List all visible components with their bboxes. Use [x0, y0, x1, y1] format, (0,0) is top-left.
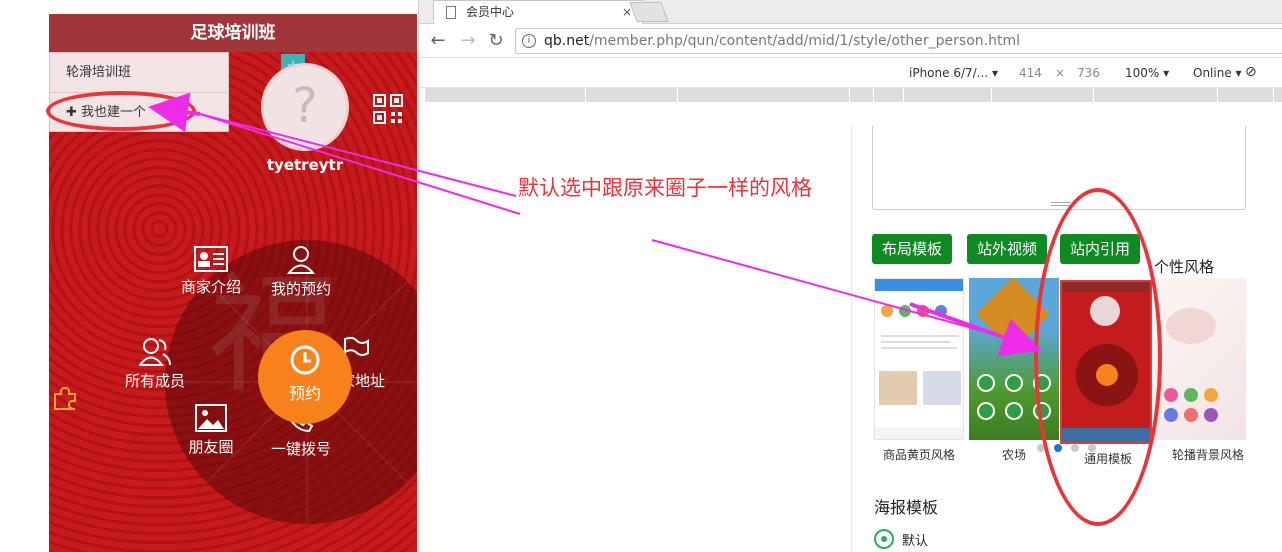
menu-label: 朋友圈: [188, 438, 234, 456]
menu-label: 所有成员: [124, 372, 185, 390]
back-arrow-icon[interactable]: ←: [427, 30, 449, 52]
rotate-disabled-icon[interactable]: ⊘: [1245, 64, 1257, 80]
id-card-icon: [194, 246, 228, 272]
template-caption: 轮播背景风格: [1171, 448, 1244, 462]
dropdown-item-skating[interactable]: 轮滑培训班: [50, 53, 228, 93]
forward-arrow-icon[interactable]: →: [457, 30, 479, 52]
media-query-ruler: [425, 88, 1282, 102]
members-icon: [139, 338, 171, 366]
user-icon: [286, 246, 316, 274]
navigation-bar: ← → ↻ i qb.net/member.php/qun/content/ad…: [419, 24, 1282, 58]
template-caption: 农场: [1001, 448, 1026, 462]
url-path: /member.php/qun/content/add/mid/1/style/…: [589, 33, 1020, 49]
avatar[interactable]: ?: [261, 63, 349, 151]
personal-style-label: 个性风格: [1154, 258, 1215, 276]
menu-all-members[interactable]: 所有成员: [105, 336, 205, 391]
reload-icon[interactable]: ↻: [485, 30, 507, 52]
menu-business-intro[interactable]: 商家介绍: [161, 246, 261, 297]
clock-icon: [290, 345, 320, 375]
menu-label: 商家介绍: [180, 278, 241, 296]
puzzle-icon[interactable]: [50, 382, 80, 412]
poster-default-radio[interactable]: [874, 529, 894, 549]
template-caption: 商品黄页风格: [882, 448, 955, 462]
device-select[interactable]: iPhone 6/7/... ▾: [909, 66, 998, 80]
width-field[interactable]: 414: [1019, 66, 1042, 80]
layout-template-button[interactable]: 布局模板: [872, 234, 953, 264]
username: tyetreytr: [266, 156, 344, 174]
height-field[interactable]: 736: [1077, 66, 1100, 80]
address-bar[interactable]: i qb.net/member.php/qun/content/add/mid/…: [515, 28, 1282, 54]
group-title: 足球培训班: [49, 14, 417, 52]
poster-template-title: 海报模板: [874, 498, 939, 517]
dimension-times: ×: [1055, 66, 1066, 80]
annotation-circle-right: [1034, 188, 1162, 526]
center-label: 预约: [288, 384, 321, 403]
template-thumb-carousel-background[interactable]: [1154, 278, 1246, 440]
url-host: qb.net: [544, 33, 590, 49]
tab-strip: 会员中心 ×: [419, 0, 1282, 24]
tab-member-center[interactable]: 会员中心 ×: [433, 0, 643, 24]
content-textarea[interactable]: [872, 126, 1246, 210]
poster-default-label: 默认: [902, 534, 929, 549]
info-icon[interactable]: i: [522, 34, 536, 48]
page-icon: [446, 6, 456, 19]
device-toolbar: iPhone 6/7/... ▾ 414 × 736 100% ▾ Online…: [419, 58, 1282, 88]
booking-center-button[interactable]: 预约: [258, 330, 352, 424]
qr-code-icon[interactable]: [373, 94, 403, 124]
menu-label: 一键拨号: [270, 440, 331, 458]
menu-label: 我的预约: [270, 280, 331, 298]
tab-title: 会员中心: [466, 5, 515, 19]
picture-icon: [195, 404, 227, 432]
screenshot-root: 足球培训班 福 轮滑培训班 ✚ 我也建一个 ☆ ? tyetreytr: [0, 0, 1282, 552]
external-video-button[interactable]: 站外视频: [967, 234, 1048, 264]
annotation-text: 默认选中跟原来圈子一样的风格: [518, 176, 812, 200]
network-select[interactable]: Online ▾: [1193, 66, 1242, 80]
zoom-select[interactable]: 100% ▾: [1125, 66, 1169, 80]
template-thumb-yellow-pages[interactable]: [874, 278, 964, 440]
menu-moments[interactable]: 朋友圈: [161, 404, 261, 457]
menu-my-booking[interactable]: 我的预约: [251, 244, 351, 299]
annotation-circle-left: [46, 91, 196, 131]
new-tab-button[interactable]: [629, 2, 669, 22]
radio-dot: [881, 536, 887, 542]
